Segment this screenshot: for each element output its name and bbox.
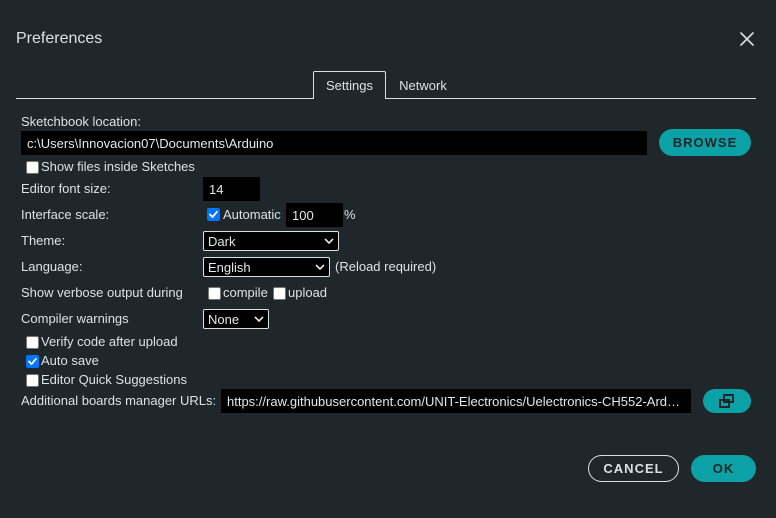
close-button[interactable]: [736, 28, 758, 50]
verify-code-checkbox[interactable]: [26, 336, 39, 349]
close-icon: [740, 32, 754, 46]
auto-save-checkbox[interactable]: [26, 355, 39, 368]
interface-scale-label: Interface scale:: [21, 207, 110, 222]
language-label: Language:: [21, 259, 83, 274]
boards-urls-label: Additional boards manager URLs:: [21, 393, 217, 408]
sketchbook-location-input[interactable]: [21, 131, 647, 155]
chevron-down-icon: [254, 316, 264, 322]
sketchbook-location-label: Sketchbook location:: [21, 114, 141, 129]
theme-select[interactable]: Dark: [203, 231, 339, 251]
open-urls-editor-button[interactable]: [703, 389, 751, 413]
automatic-scale-label: Automatic: [223, 207, 281, 222]
verbose-upload-label: upload: [288, 285, 328, 300]
verbose-compile-label: compile: [223, 285, 268, 300]
editor-font-size-label: Editor font size:: [21, 181, 111, 196]
show-files-checkbox[interactable]: [26, 161, 39, 174]
interface-scale-input[interactable]: [286, 203, 343, 227]
language-selected-value: English: [208, 259, 251, 275]
ok-button[interactable]: OK: [691, 455, 756, 482]
checkmark-icon: [28, 357, 37, 365]
auto-save-label: Auto save: [41, 353, 99, 368]
theme-label: Theme:: [21, 233, 66, 248]
browse-button[interactable]: BROWSE: [659, 129, 751, 156]
checkmark-icon: [209, 210, 218, 218]
dialog-title: Preferences: [16, 30, 103, 47]
compiler-warnings-select[interactable]: None: [203, 309, 269, 329]
open-window-icon: [719, 394, 734, 408]
cancel-button[interactable]: CANCEL: [588, 455, 679, 482]
verbose-compile-checkbox[interactable]: [208, 287, 221, 300]
quick-suggestions-label: Editor Quick Suggestions: [41, 372, 187, 387]
compiler-warnings-label: Compiler warnings: [21, 311, 129, 326]
interface-scale-unit: %: [344, 207, 356, 222]
boards-urls-input[interactable]: https://raw.githubusercontent.com/UNIT-E…: [221, 389, 691, 413]
show-files-label: Show files inside Sketches: [41, 159, 195, 174]
verify-code-label: Verify code after upload: [41, 334, 178, 349]
reload-required-note: (Reload required): [335, 259, 437, 274]
verbose-upload-checkbox[interactable]: [273, 287, 286, 300]
compiler-warnings-selected-value: None: [208, 311, 240, 327]
automatic-scale-checkbox[interactable]: [207, 208, 220, 221]
tab-network[interactable]: Network: [392, 71, 454, 99]
boards-urls-value: https://raw.githubusercontent.com/UNIT-E…: [227, 393, 685, 409]
quick-suggestions-checkbox[interactable]: [26, 374, 39, 387]
language-select[interactable]: English: [203, 257, 330, 277]
tab-settings[interactable]: Settings: [313, 71, 386, 99]
theme-selected-value: Dark: [208, 233, 236, 249]
tab-divider: [16, 98, 756, 99]
chevron-down-icon: [315, 264, 325, 270]
verbose-output-label: Show verbose output during: [21, 285, 183, 300]
editor-font-size-input[interactable]: [203, 177, 260, 201]
chevron-down-icon: [324, 238, 334, 244]
